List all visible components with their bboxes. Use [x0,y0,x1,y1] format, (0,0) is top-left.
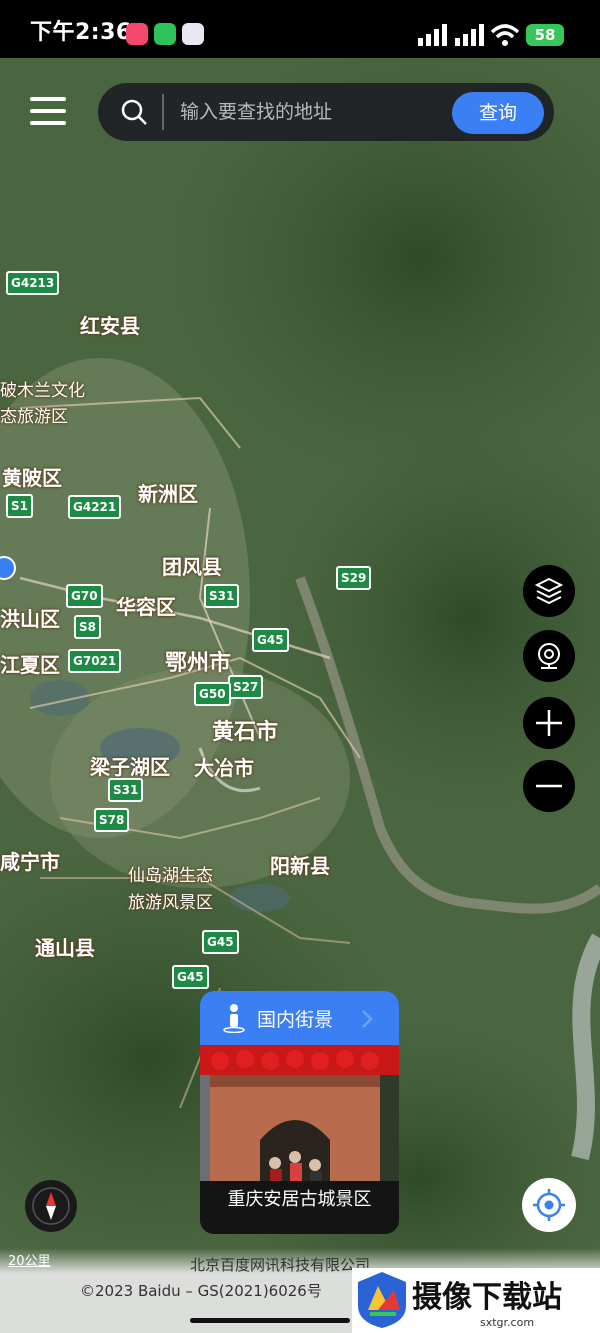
map-label-xianning: 咸宁市 [0,850,60,874]
pegman-icon [223,1004,245,1033]
map-label-xinzhou: 新洲区 [138,482,198,506]
battery-indicator: 58 [526,24,564,46]
map-label-mulan-2: 态旅游区 [0,407,68,427]
map-label-jiangxia: 江夏区 [0,653,60,677]
signal-icon-2 [455,24,484,46]
watermark-url: sxtgr.com [480,1316,535,1329]
road-shield-s31-b: S31 [108,778,144,802]
minus-icon [536,784,562,788]
layers-icon [534,577,564,605]
map-label-huangpi: 黄陂区 [2,466,62,490]
street-view-thumbnail[interactable] [200,1045,399,1181]
road-shield-s31: S31 [204,584,240,608]
road-shield-g4213: G4213 [6,271,60,295]
map-label-daye: 大冶市 [194,756,254,780]
map-label-huarong: 华容区 [116,595,176,619]
watermark-logo-icon [358,1272,406,1328]
calendar-app-icon [126,23,148,45]
road-shield-g70: G70 [66,584,103,608]
street-view-caption: 重庆安居古城景区 [200,1181,399,1234]
road-shield-g4221: G4221 [68,495,122,519]
plus-icon [536,710,562,736]
site-watermark: 摄像下载站 sxtgr.com [352,1268,600,1333]
street-view-title: 国内街景 [257,1009,334,1031]
zoom-in-button[interactable] [523,697,575,749]
locate-button[interactable] [522,1178,576,1232]
road-shield-s27: S27 [228,675,264,699]
road-shield-g45-c: G45 [172,965,209,989]
map-label-yangxin: 阳新县 [270,854,330,878]
home-indicator[interactable] [190,1318,350,1323]
layers-button[interactable] [523,565,575,617]
road-shield-g50: G50 [194,682,231,706]
road-shield-s78: S78 [94,808,130,832]
menu-icon-bar-3 [30,121,66,125]
street-view-button[interactable] [523,630,575,682]
menu-button[interactable] [30,95,68,127]
map-label-huangshi: 黄石市 [212,720,279,745]
search-icon [121,99,147,125]
assistant-app-icon [182,23,204,45]
map-label-liangzihu: 梁子湖区 [90,755,170,779]
road-shield-g7021: G7021 [68,649,122,673]
search-divider [162,94,164,130]
map-label-tongshan: 通山县 [35,936,95,960]
watermark-text: 摄像下载站 [412,1280,562,1315]
street-view-header[interactable]: 国内街景 [200,991,399,1045]
street-view-card[interactable]: 国内街景 重庆安居古城景区 [200,991,399,1234]
copyright-line-1: 北京百度网讯科技有限公司 [190,1256,371,1274]
map-label-ezhou: 鄂州市 [165,651,232,676]
road-shield-g45: G45 [252,628,289,652]
menu-icon [30,97,66,101]
compass-icon [32,1187,70,1225]
map-label-hongshan: 洪山区 [0,607,60,631]
camera-icon [538,643,560,669]
copyright-line-2: ©2023 Baidu – GS(2021)6026号 [80,1282,322,1300]
map-label-mulan: 破木兰文化 [0,381,85,401]
wifi-icon [490,24,520,46]
compass-button[interactable] [25,1180,77,1232]
search-button[interactable]: 查询 [452,92,544,134]
status-bar: 下午2:36 58 [0,0,600,58]
menu-icon-bar-2 [30,109,66,113]
search-input[interactable] [180,98,440,126]
map-label-xiandaohu: 仙岛湖生态 [128,866,213,886]
road-shield-g45-b: G45 [202,930,239,954]
map-label-xiandaohu-2: 旅游风景区 [128,893,213,913]
road-shield-s1: S1 [6,494,33,518]
chevron-right-icon [362,1010,373,1028]
map-label-hongan: 红安县 [80,314,140,338]
signal-icon [418,24,447,46]
status-time: 下午2:36 [30,20,132,45]
map-scale: 20公里 [8,1254,51,1269]
map-label-tuanfeng: 团风县 [162,555,222,579]
wechat-app-icon [154,23,176,45]
road-shield-s29: S29 [336,566,372,590]
crosshair-icon [533,1189,565,1221]
zoom-out-button[interactable] [523,760,575,812]
road-shield-s8: S8 [74,615,101,639]
